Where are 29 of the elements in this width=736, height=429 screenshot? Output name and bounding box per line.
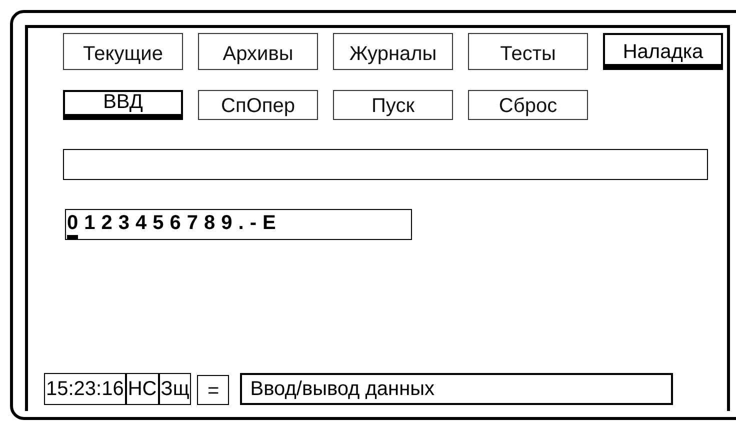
- tab[interactable]: Текущие: [63, 33, 183, 70]
- input-field[interactable]: [63, 149, 708, 180]
- character-option[interactable]: 9: [221, 211, 232, 239]
- character-option[interactable]: 1: [84, 211, 96, 239]
- character-option[interactable]: -: [250, 211, 256, 239]
- character-option[interactable]: 0: [67, 211, 78, 239]
- character-option[interactable]: 3: [118, 211, 130, 239]
- tab[interactable]: ВВД: [63, 90, 183, 120]
- character-option[interactable]: .: [238, 211, 244, 239]
- tab[interactable]: Журналы: [333, 33, 453, 70]
- tab[interactable]: Архивы: [198, 33, 318, 70]
- tab[interactable]: Сброс: [468, 90, 588, 120]
- equals-key[interactable]: =: [197, 375, 230, 405]
- character-option[interactable]: 7: [186, 211, 198, 239]
- clock-time: 15:23:16: [44, 373, 126, 405]
- character-option[interactable]: 6: [170, 211, 181, 239]
- character-option[interactable]: E: [262, 211, 276, 239]
- character-option[interactable]: 2: [101, 211, 112, 239]
- tab[interactable]: Наладка: [603, 33, 723, 70]
- status-message: Ввод/вывод данных: [240, 373, 674, 405]
- character-option[interactable]: 5: [152, 211, 164, 239]
- character-option[interactable]: 8: [204, 211, 216, 239]
- character-option[interactable]: 4: [136, 211, 147, 239]
- status-flag: Зщ: [158, 373, 192, 405]
- character-field[interactable]: 0 1 2 3 4 5 6 7 8 9 . - E: [65, 209, 412, 240]
- tab[interactable]: Тесты: [468, 33, 588, 70]
- status-flag: НС: [126, 373, 159, 405]
- tab[interactable]: Пуск: [333, 90, 453, 120]
- tab[interactable]: СпОпер: [198, 90, 318, 120]
